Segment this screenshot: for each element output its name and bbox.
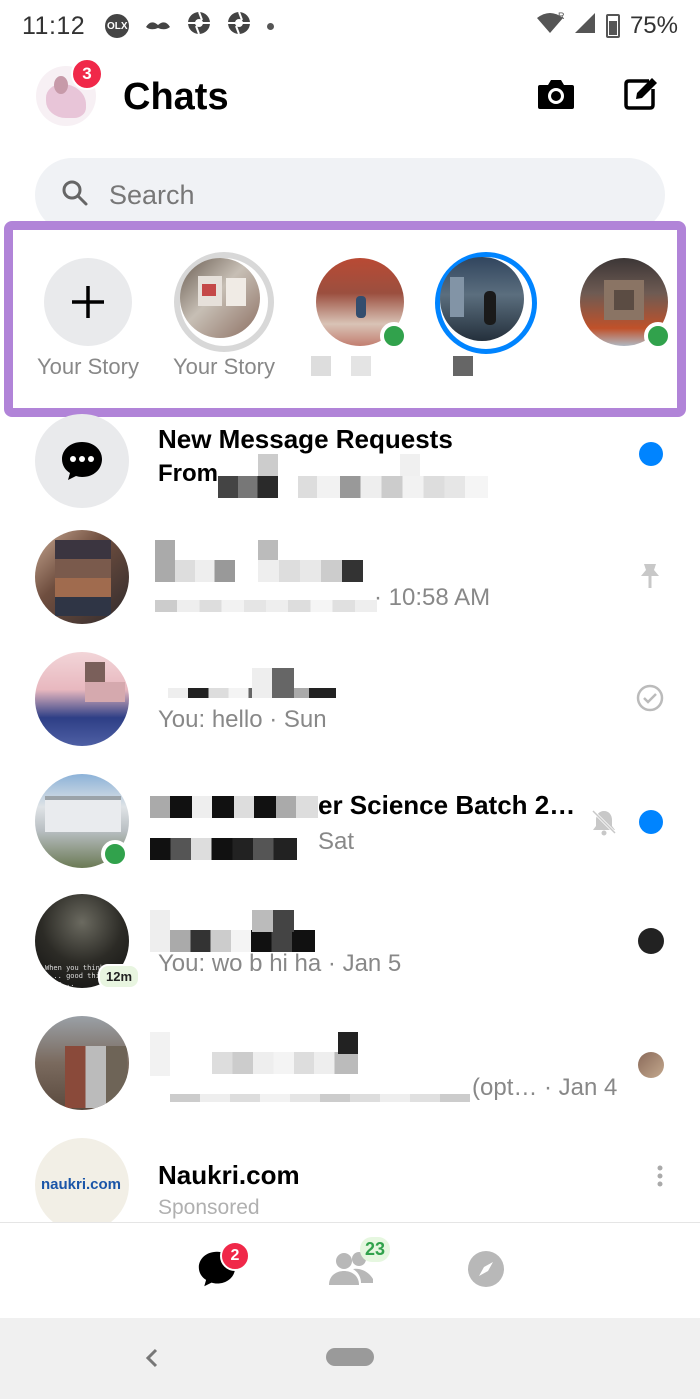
add-story-button[interactable] [44, 258, 132, 346]
story-label: Your Story [37, 354, 139, 379]
page-title: Chats [123, 76, 229, 118]
check-icon [636, 684, 664, 717]
chat-bubble-icon [60, 440, 104, 487]
chat-time: · 10:58 AM [374, 584, 491, 611]
bottom-nav: 2 23 [0, 1222, 700, 1318]
naukri-logo-text: naukri.com [41, 1176, 122, 1193]
story-avatar[interactable] [580, 258, 672, 350]
online-indicator [644, 322, 672, 350]
chat-time: (opt… · Jan 4 [472, 1074, 618, 1101]
compose-button[interactable] [618, 74, 662, 118]
chat-time: Sat [318, 828, 355, 855]
mustache-icon [145, 12, 171, 40]
story-friend[interactable] [305, 258, 415, 376]
chat-preview: You: hello · Sun [158, 706, 327, 733]
story-label-redacted [431, 354, 541, 380]
back-icon[interactable] [144, 1346, 160, 1375]
notification-icons: OLX [105, 11, 275, 42]
story-friend[interactable] [569, 258, 677, 350]
chat-avatar [35, 530, 129, 624]
tab-people[interactable]: 23 [326, 1237, 391, 1295]
story-own[interactable]: Your Story [169, 252, 279, 380]
battery-percent: 75% [629, 12, 678, 39]
people-badge: 23 [360, 1237, 391, 1262]
chat-preview: You: wo b hi ha · Jan 5 [158, 950, 402, 977]
chat-item[interactable]: er Science Batch 2… Sat [0, 760, 700, 880]
search-icon [61, 179, 89, 212]
muted-bell-icon [590, 808, 618, 841]
unread-indicator [639, 442, 663, 466]
wifi-icon: R [536, 11, 565, 42]
chat-item[interactable]: (opt… · Jan 4 [0, 1002, 700, 1122]
compose-icon [621, 75, 659, 118]
chat-item[interactable]: When you think p... good things happ... … [0, 880, 700, 1000]
read-receipt-avatar [638, 928, 664, 954]
camera-button[interactable] [534, 74, 578, 118]
story-time-badge: 12m [98, 964, 141, 989]
olx-icon: OLX [105, 14, 130, 38]
battery-icon [605, 14, 620, 38]
plus-icon [70, 284, 106, 325]
app-header: 3 Chats [0, 52, 700, 152]
online-indicator [101, 840, 129, 868]
read-receipt-avatar [638, 1052, 664, 1078]
aperture-icon [227, 11, 251, 42]
story-avatar[interactable] [174, 252, 274, 352]
status-bar: 11:12 OLX R 75% [0, 0, 700, 52]
camera-icon [536, 77, 576, 116]
status-time: 11:12 [22, 11, 86, 40]
system-nav-bar [0, 1318, 700, 1399]
more-options-icon[interactable] [656, 1164, 664, 1193]
compass-icon [466, 1249, 506, 1294]
chat-name: Naukri.com [158, 1160, 300, 1190]
chat-item[interactable]: · 10:58 AM [0, 516, 700, 636]
unread-indicator [639, 810, 663, 834]
pin-icon [638, 562, 662, 595]
story-label: Your Story [173, 354, 275, 379]
home-button[interactable] [326, 1348, 374, 1366]
notification-badge: 3 [71, 58, 103, 90]
story-add[interactable]: Your Story [33, 258, 143, 380]
chats-badge: 2 [220, 1241, 250, 1271]
chat-avatar [35, 1016, 129, 1110]
naukri-logo: naukri.com [35, 1138, 129, 1232]
chat-item[interactable]: You: hello · Sun [0, 638, 700, 758]
stories-tray: Your Story Your Story [4, 221, 686, 417]
chat-name: er Science Batch 2… [318, 790, 576, 820]
chat-name: New Message Requests [158, 424, 453, 454]
tab-discover[interactable] [461, 1247, 511, 1295]
story-avatar[interactable] [435, 252, 537, 354]
dot-icon [267, 22, 275, 30]
chat-avatar [35, 652, 129, 746]
story-friend[interactable] [431, 252, 541, 380]
message-requests-avatar [35, 414, 129, 508]
svg-text:R: R [558, 11, 564, 21]
story-label-redacted [305, 346, 415, 376]
chat-subtitle: From [158, 460, 218, 487]
signal-icon [574, 11, 596, 42]
aperture-icon [187, 11, 211, 42]
tab-chats[interactable]: 2 [192, 1241, 250, 1295]
story-avatar[interactable] [316, 258, 408, 350]
search-input[interactable]: Search [109, 180, 195, 211]
sponsored-label: Sponsored [158, 1196, 260, 1219]
